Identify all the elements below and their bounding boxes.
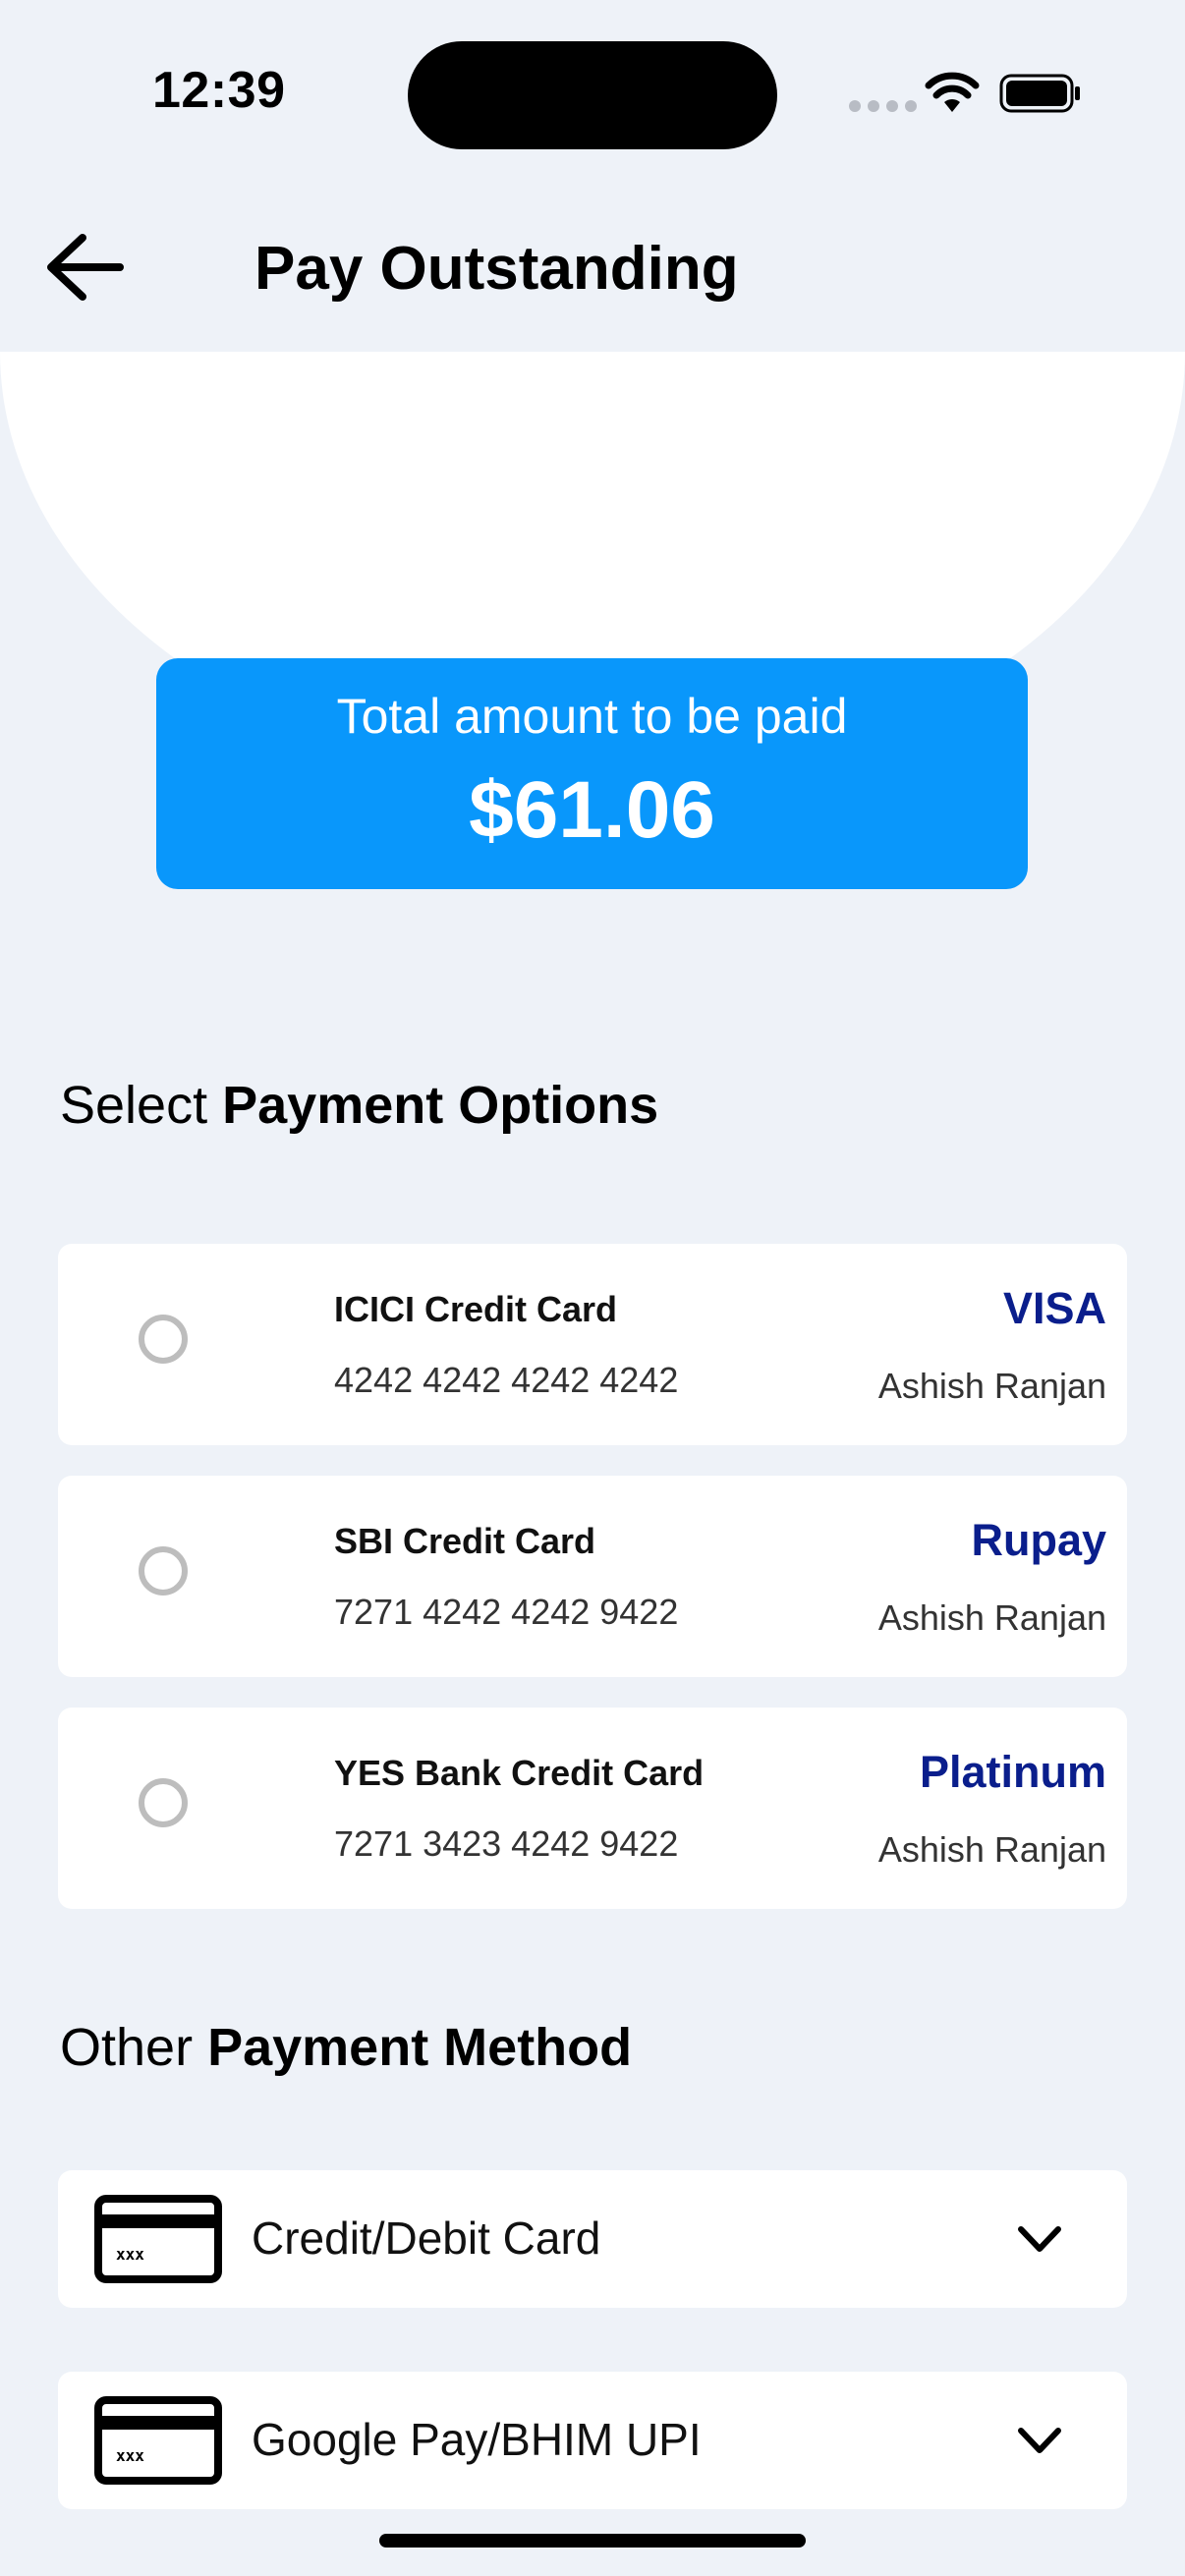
card-holder: Ashish Ranjan <box>877 1366 1106 1406</box>
payment-options-title: Payment Options <box>222 1076 659 1135</box>
credit-card-icon: xxx <box>94 2396 222 2485</box>
chevron-down-icon[interactable] <box>1017 2219 1062 2259</box>
card-number: 4242 4242 4242 4242 <box>334 1360 679 1400</box>
chevron-down-icon[interactable] <box>1017 2421 1062 2460</box>
saved-card-icici[interactable]: ICICI Credit Card 4242 4242 4242 4242 VI… <box>58 1244 1127 1445</box>
other-methods-heading: Other Payment Method <box>60 2017 632 2078</box>
back-arrow-icon[interactable] <box>43 228 128 307</box>
card-brand: VISA <box>1002 1283 1106 1333</box>
card-holder: Ashish Ranjan <box>877 1829 1106 1870</box>
page-title: Pay Outstanding <box>254 235 739 303</box>
other-methods-prefix: Other <box>60 2018 194 2077</box>
battery-icon <box>999 74 1080 113</box>
radio-button[interactable] <box>139 1546 188 1596</box>
method-label: Google Pay/BHIM UPI <box>252 2414 702 2465</box>
svg-text:xxx: xxx <box>116 2245 144 2264</box>
cellular-signal-icon <box>849 100 917 112</box>
method-label: Credit/Debit Card <box>252 2212 601 2264</box>
status-time: 12:39 <box>152 62 286 119</box>
payment-options-heading: Select Payment Options <box>60 1075 658 1136</box>
card-number: 7271 4242 4242 9422 <box>334 1592 679 1632</box>
card-name: ICICI Credit Card <box>334 1289 618 1329</box>
radio-button[interactable] <box>139 1315 188 1364</box>
card-name: SBI Credit Card <box>334 1521 596 1561</box>
total-amount-card: Total amount to be paid $61.06 <box>156 658 1028 889</box>
saved-card-yes-bank[interactable]: YES Bank Credit Card 7271 3423 4242 9422… <box>58 1708 1127 1909</box>
saved-card-sbi[interactable]: SBI Credit Card 7271 4242 4242 9422 Rupa… <box>58 1476 1127 1677</box>
credit-card-icon: xxx <box>94 2195 222 2283</box>
total-amount-value: $61.06 <box>469 765 715 855</box>
card-holder: Ashish Ranjan <box>877 1597 1106 1638</box>
card-number: 7271 3423 4242 9422 <box>334 1823 679 1864</box>
card-brand: Rupay <box>971 1515 1106 1565</box>
total-amount-label: Total amount to be paid <box>336 689 848 744</box>
payment-options-prefix: Select <box>60 1076 208 1135</box>
other-methods-title: Payment Method <box>207 2018 633 2077</box>
card-brand: Platinum <box>919 1747 1106 1797</box>
wifi-icon <box>925 72 980 112</box>
radio-button[interactable] <box>139 1778 188 1827</box>
dynamic-island <box>408 41 777 149</box>
card-name: YES Bank Credit Card <box>334 1753 705 1793</box>
home-indicator[interactable] <box>379 2534 806 2548</box>
svg-text:xxx: xxx <box>116 2446 144 2465</box>
method-credit-debit-card[interactable]: xxx Credit/Debit Card <box>58 2170 1127 2308</box>
method-google-pay-upi[interactable]: xxx Google Pay/BHIM UPI <box>58 2372 1127 2509</box>
